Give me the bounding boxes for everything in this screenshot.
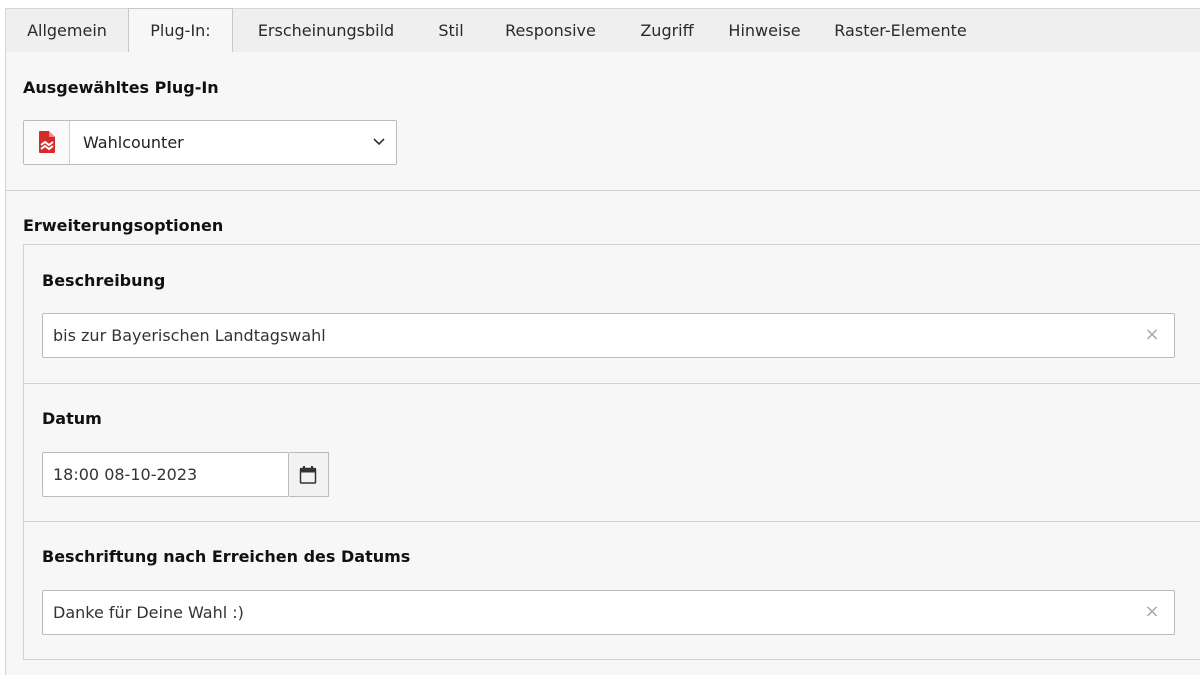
tab-erscheinungsbild[interactable]: Erscheinungsbild [233, 9, 419, 53]
date-picker-button[interactable] [289, 452, 329, 497]
description-value: bis zur Bayerischen Landtagswahl [53, 326, 326, 345]
tab-plugin[interactable]: Plug-In: [128, 8, 233, 54]
extension-options-label: Erweiterungsoptionen [23, 216, 224, 235]
caption-after-clear-icon[interactable]: × [1144, 603, 1160, 621]
plugin-panel: Ausgewähltes Plug-In Wahlcounter Erweite… [5, 52, 1200, 675]
date-value: 18:00 08-10-2023 [53, 465, 198, 484]
field-divider [24, 521, 1200, 522]
tab-hinweise[interactable]: Hinweise [716, 9, 813, 53]
chevron-down-icon [373, 138, 385, 146]
field-divider [24, 383, 1200, 384]
plugin-select-value: Wahlcounter [83, 133, 184, 152]
description-clear-icon[interactable]: × [1144, 326, 1160, 344]
tab-bar: Allgemein Plug-In: Erscheinungsbild Stil… [5, 8, 1200, 54]
tab-allgemein[interactable]: Allgemein [6, 9, 128, 53]
selected-plugin-label: Ausgewähltes Plug-In [23, 78, 219, 97]
tab-responsive[interactable]: Responsive [483, 9, 618, 53]
plugin-select[interactable]: Wahlcounter [23, 120, 397, 165]
caption-after-value: Danke für Deine Wahl :) [53, 603, 244, 622]
caption-after-label: Beschriftung nach Erreichen des Datums [42, 547, 411, 566]
caption-after-input[interactable]: Danke für Deine Wahl :) × [42, 590, 1175, 635]
description-label: Beschreibung [42, 271, 166, 290]
tab-stil[interactable]: Stil [419, 9, 483, 53]
description-input[interactable]: bis zur Bayerischen Landtagswahl × [42, 313, 1175, 358]
plugin-icon [24, 121, 70, 164]
extension-options-group: Beschreibung bis zur Bayerischen Landtag… [23, 244, 1200, 660]
calendar-icon [299, 466, 317, 484]
date-label: Datum [42, 409, 102, 428]
date-input[interactable]: 18:00 08-10-2023 [42, 452, 289, 497]
tab-zugriff[interactable]: Zugriff [618, 9, 716, 53]
tab-raster-elemente[interactable]: Raster-Elemente [813, 9, 988, 53]
section-divider [6, 190, 1200, 191]
